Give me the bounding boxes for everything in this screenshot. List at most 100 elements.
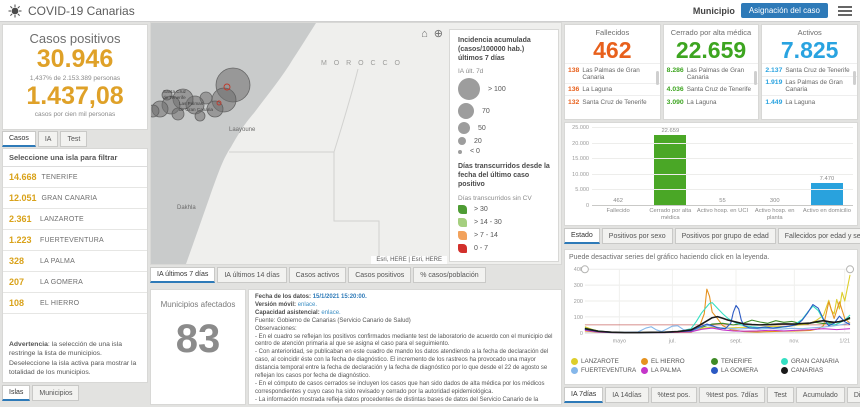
map-label-laayoune: Laayoune (229, 127, 256, 133)
series-chart-tabs-ia-7d-as[interactable]: IA 7días (564, 387, 604, 403)
map-tabs: IA últimos 7 días IA últimos 14 días Casos… (150, 267, 486, 283)
series-chart-tabs-test-pos[interactable]: %test pos. (650, 387, 698, 403)
stat-item-la-laguna[interactable]: 136 La Laguna (565, 82, 660, 96)
date-label: Fecha de los datos: (255, 294, 312, 300)
stat-item-las-palmas-de-gran-canaria[interactable]: 138 Las Palmas de Gran Canaria (565, 63, 660, 83)
positive-cases-total: 30.946 (36, 45, 114, 73)
island-name: EL HIERRO (40, 299, 80, 307)
island-municipio-tabs-municipios[interactable]: Municipios (32, 385, 80, 401)
legend-label: LA GOMERA (721, 367, 759, 374)
legend-item-fuerteventura[interactable]: FUERTEVENTURA (571, 367, 641, 374)
island-row-gran-canaria[interactable]: 12.051 GRAN CANARIA (3, 188, 147, 209)
island-value: 328 (9, 256, 25, 266)
legend-item-canarias[interactable]: CANARIAS (781, 367, 851, 374)
mini-scrollbar[interactable] (853, 71, 857, 85)
status-chart-tabs-fallecidos-por-edad-y-sexo[interactable]: Fallecidos por edad y sexo (777, 228, 860, 244)
mini-scrollbar[interactable] (754, 71, 758, 85)
size-circle-icon (458, 122, 470, 135)
basemap-icon[interactable]: ⊕ (434, 29, 443, 40)
island-row-la-palma[interactable]: 328 LA PALMA (3, 251, 147, 272)
series-chart-tabs-acumulado[interactable]: Acumulado (795, 387, 845, 403)
stat-item-value: 8.286 (666, 66, 684, 74)
legend-days-7-14: > 7 - 14 (458, 230, 550, 240)
legend-dot-icon (711, 367, 718, 374)
affected-municipalities-panel: Municipios afectados 83 (150, 289, 246, 405)
positive-cases-rate-label: casos por cien mil personas (34, 111, 116, 118)
size-circle-icon (458, 78, 480, 101)
bar-activo-hosp-en-uci: 55 (696, 128, 748, 206)
positive-tabs-test[interactable]: Test (60, 131, 88, 147)
stat-item-la-laguna[interactable]: 1.449 La Laguna (762, 95, 858, 108)
map[interactable]: Santa Cruz de Tenerife Las Palmas de Gra… (150, 22, 562, 265)
island-row-el-hierro[interactable]: 108 EL HIERRO (3, 293, 147, 314)
status-chart-tabs-estado[interactable]: Estado (564, 228, 600, 244)
stat-item-value: 2.137 (765, 66, 783, 74)
home-icon[interactable]: ⌂ (421, 29, 428, 40)
stat-item-la-laguna[interactable]: 3.090 La Laguna (663, 95, 759, 108)
stat-item-santa-cruz-de-tenerife[interactable]: 4.036 Santa Cruz de Tenerife (663, 82, 759, 96)
zoom-slider-handle[interactable] (580, 265, 589, 274)
stat-item-santa-cruz-de-tenerife[interactable]: 2.137 Santa Cruz de Tenerife (762, 63, 858, 76)
legend-item-la-gomera[interactable]: LA GOMERA (711, 367, 781, 374)
map-tabs-ia-ltimos-7-d-as[interactable]: IA últimos 7 días (150, 267, 216, 283)
status-chart-tabs-positivos-por-sexo[interactable]: Positivos por sexo (601, 228, 673, 244)
status-chart-tabs-positivos-por-grupo-de-edad[interactable]: Positivos por grupo de edad (674, 228, 776, 244)
stat-item-value: 3.090 (666, 98, 684, 106)
stat-item-value: 4.036 (666, 86, 684, 94)
legend-days-list: > 30 > 14 - 30 > 7 - 14 0 - 7 (458, 204, 550, 253)
positive-tabs-casos[interactable]: Casos (2, 131, 36, 147)
legend-item-tenerife[interactable]: TENERIFE (711, 358, 781, 365)
zoom-slider-handle[interactable] (846, 265, 855, 274)
series-chart-tabs-test-pos-7d-as[interactable]: %test pos. 7días (699, 387, 765, 403)
svg-text:300: 300 (574, 283, 583, 289)
legend-item-gran-canaria[interactable]: GRAN CANARIA (781, 358, 851, 365)
legend-label: LANZAROTE (581, 358, 619, 365)
stat-item-value: 138 (568, 66, 580, 74)
legend-label: GRAN CANARIA (791, 358, 839, 365)
mobile-version-link[interactable]: enlace. (298, 302, 317, 308)
size-circle-icon (458, 103, 474, 120)
map-label-morocco: M O R O C C O (321, 60, 403, 67)
size-label: 20 (474, 137, 482, 145)
stat-item-las-palmas-de-gran-canaria[interactable]: 8.286 Las Palmas de Gran Canaria (663, 63, 759, 83)
legend-item-el-hierro[interactable]: EL HIERRO (641, 358, 711, 365)
legend-item-la-palma[interactable]: LA PALMA (641, 367, 711, 374)
island-municipio-tabs-islas[interactable]: Islas (2, 385, 31, 401)
positive-tabs-ia[interactable]: IA (37, 131, 59, 147)
size-circle-icon (458, 149, 462, 154)
days-label: > 7 - 14 (474, 231, 498, 239)
island-row-tenerife[interactable]: 14.668 TENERIFE (3, 167, 147, 188)
legend-item-lanzarote[interactable]: LANZAROTE (571, 358, 641, 365)
stat-item-santa-cruz-de-tenerife[interactable]: 132 Santa Cruz de Tenerife (565, 95, 660, 108)
map-tabs-ia-ltimos-14-d-as[interactable]: IA últimos 14 días (217, 267, 287, 283)
stat-item-value: 1.449 (765, 98, 783, 106)
island-row-la-gomera[interactable]: 207 LA GOMERA (3, 272, 147, 293)
map-tabs-casos-poblaci-n[interactable]: % casos/población (413, 267, 486, 283)
stat-item-name: Santa Cruz de Tenerife (785, 66, 850, 74)
assign-case-button[interactable]: Asignación del caso (740, 3, 828, 18)
svg-text:200: 200 (574, 299, 583, 305)
island-row-fuerteventura[interactable]: 1.223 FUERTEVENTURA (3, 230, 147, 251)
source-line: Fuente: Gobierno de Canarias (Servicio C… (255, 317, 411, 324)
legend-size-50: 50 (458, 122, 550, 135)
svg-text:sept.: sept. (730, 339, 742, 345)
observation-4: - La información mostrada refleja datos … (255, 396, 539, 403)
stat-value: 462 (593, 37, 632, 63)
legend-days-14-30: > 14 - 30 (458, 217, 550, 227)
legend-days-30: > 30 (458, 204, 550, 214)
mini-scrollbar[interactable] (655, 71, 659, 85)
bar-chart-y-axis: 0 5.000 10.000 15.000 20.000 25.000 (572, 125, 589, 209)
series-chart-tabs-test[interactable]: Test (766, 387, 794, 403)
series-chart-tabs-diario[interactable]: Diario (846, 387, 860, 403)
stat-item-las-palmas-de-gran-canaria[interactable]: 1.919 Las Palmas de Gran Canaria (762, 75, 858, 96)
capacity-link[interactable]: enlace. (321, 310, 340, 316)
map-tabs-casos-activos[interactable]: Casos activos (288, 267, 347, 283)
island-row-lanzarote[interactable]: 2.361 LANZAROTE (3, 209, 147, 230)
stat-item-value: 132 (568, 98, 580, 106)
series-chart-tabs-ia-14d-as[interactable]: IA 14días (605, 387, 649, 403)
menu-icon[interactable] (838, 5, 852, 16)
days-swatch-icon (458, 217, 467, 227)
map-tabs-casos-positivos[interactable]: Casos positivos (348, 267, 412, 283)
island-name: TENERIFE (41, 173, 78, 181)
legend-title: Incidencia acumulada (casos/100000 hab.)… (458, 37, 531, 63)
